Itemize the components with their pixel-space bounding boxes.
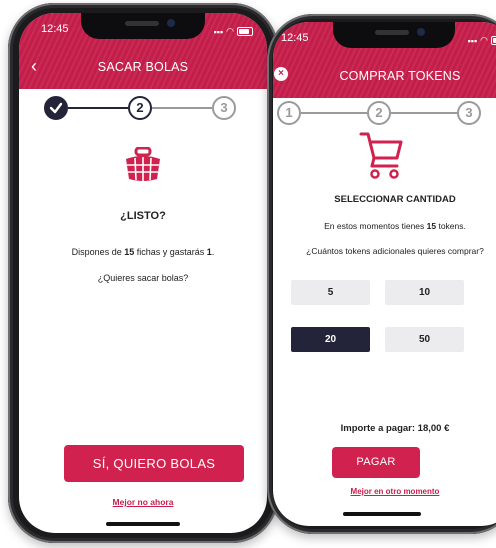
phone-left: 12:45 ▪▪▪ ◠ ‹ SACAR BOLAS 2 3 ¿LISTO? Di… <box>8 3 278 543</box>
screen-left: 12:45 ▪▪▪ ◠ ‹ SACAR BOLAS 2 3 ¿LISTO? Di… <box>19 13 267 533</box>
phone-right: 12:45 ▪▪▪ ◠ × COMPRAR TOKENS 1 2 3 SELEC… <box>267 14 496 534</box>
step-connector-2 <box>152 107 212 109</box>
step-3-pending: 3 <box>212 96 236 120</box>
status-time: 12:45 <box>281 32 309 44</box>
cart-icon <box>359 132 403 179</box>
status-time: 12:45 <box>41 23 69 35</box>
balance-message: Dispones de 15 fichas y gastarás 1. <box>71 247 215 257</box>
step-connector-2 <box>391 112 457 114</box>
dismiss-link[interactable]: Mejor no ahora <box>19 497 267 507</box>
wifi-icon: ◠ <box>226 26 234 36</box>
step-connector-1 <box>301 112 367 114</box>
quantity-option[interactable]: 5 <box>291 280 370 305</box>
balance-message: En estos momentos tienes 15 tokens. <box>324 221 466 231</box>
step-connector-1 <box>68 107 128 109</box>
pay-button[interactable]: PAGAR <box>332 447 420 478</box>
quantity-option-selected[interactable]: 20 <box>291 327 370 352</box>
select-heading: SELECCIONAR CANTIDAD <box>334 194 456 205</box>
step-2-current: 2 <box>128 96 152 120</box>
page-title: COMPRAR TOKENS <box>339 69 461 83</box>
step-1: 1 <box>277 101 301 125</box>
signal-icon: ▪▪▪ <box>467 35 478 46</box>
quantity-option[interactable]: 10 <box>385 280 464 305</box>
fichas-count: 15 <box>124 247 135 257</box>
basket-icon <box>126 147 160 181</box>
wifi-icon: ◠ <box>480 35 488 45</box>
step-3: 3 <box>457 101 481 125</box>
check-icon <box>49 102 63 114</box>
confirm-question: ¿Quieres sacar bolas? <box>97 273 189 283</box>
notch <box>333 22 455 48</box>
page-title: SACAR BOLAS <box>97 60 189 74</box>
battery-icon <box>491 36 496 45</box>
home-indicator <box>343 512 421 516</box>
ready-heading: ¿LISTO? <box>120 210 166 222</box>
status-icons: ▪▪▪ ◠ <box>214 26 253 37</box>
quantity-question: ¿Cuántos tokens adicionales quieres comp… <box>306 246 484 256</box>
notch <box>81 13 205 39</box>
home-indicator <box>106 522 180 526</box>
step-1-complete <box>44 96 68 120</box>
step-2: 2 <box>367 101 391 125</box>
screen-right: 12:45 ▪▪▪ ◠ × COMPRAR TOKENS 1 2 3 SELEC… <box>273 22 496 526</box>
status-icons: ▪▪▪ ◠ <box>468 35 496 46</box>
quantity-option[interactable]: 50 <box>385 327 464 352</box>
later-link[interactable]: Mejor en otro momento <box>273 487 496 496</box>
battery-icon <box>237 27 253 36</box>
tokens-count: 15 <box>426 221 437 231</box>
confirm-button[interactable]: SÍ, QUIERO BOLAS <box>64 445 244 482</box>
signal-icon: ▪▪▪ <box>213 26 224 37</box>
total-label: Importe a pagar: 18,00 € <box>340 423 450 434</box>
